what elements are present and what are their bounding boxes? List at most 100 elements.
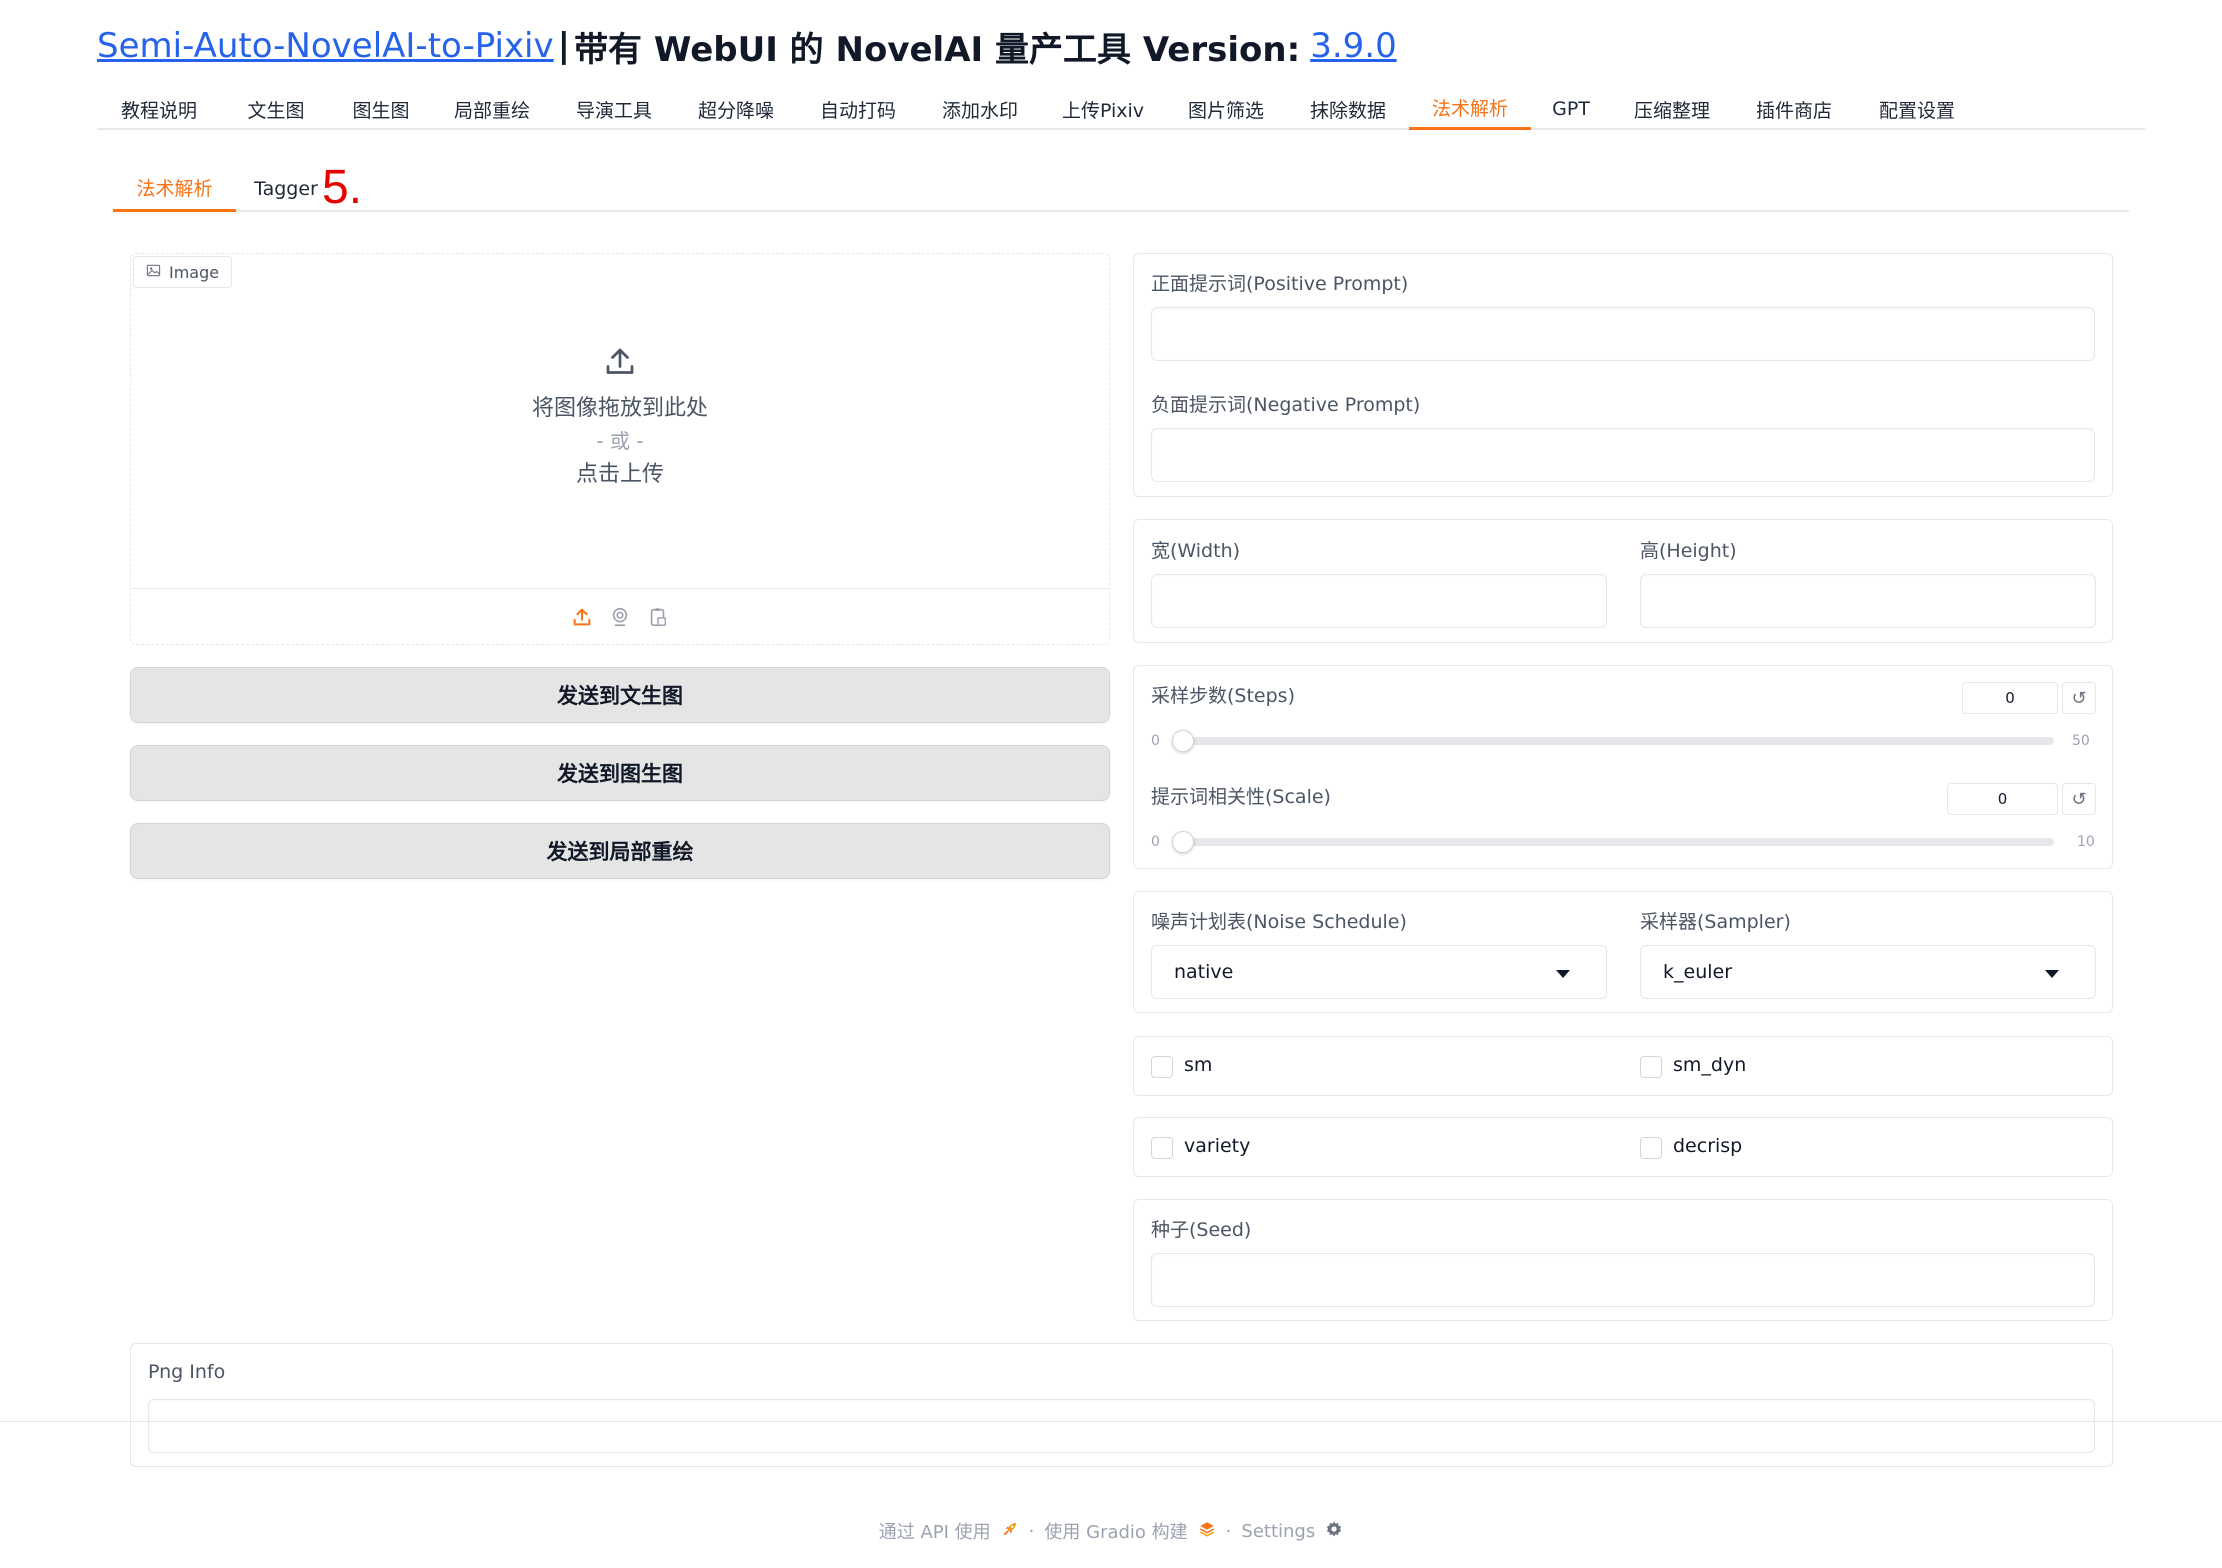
send-to-inpaint-button[interactable]: 发送到局部重绘: [130, 823, 1110, 879]
footer-dot-2: ·: [1225, 1520, 1232, 1542]
subtab-tagger[interactable]: Tagger: [236, 166, 336, 212]
seed-label: 种子(Seed): [1151, 1219, 1252, 1241]
steps-max: 50: [2072, 733, 2090, 749]
sampler-panel: 噪声计划表(Noise Schedule) native 采样器(Sampler…: [1133, 891, 2113, 1013]
positive-prompt-label: 正面提示词(Positive Prompt): [1151, 273, 1409, 295]
noise-schedule-select[interactable]: native: [1151, 945, 1607, 999]
or-text: - 或 -: [596, 429, 644, 453]
prompts-panel: 正面提示词(Positive Prompt) 负面提示词(Negative Pr…: [1133, 253, 2113, 497]
tab-erase-data[interactable]: 抹除数据: [1287, 88, 1409, 130]
main-tab-bar: 教程说明 文生图 图生图 局部重绘 导演工具 超分降噪 自动打码 添加水印 上传…: [97, 88, 2145, 130]
variety-checkbox[interactable]: [1151, 1137, 1173, 1159]
height-label: 高(Height): [1640, 540, 1737, 562]
subtab-spell-parse[interactable]: 法术解析: [113, 166, 236, 212]
size-panel: 宽(Width) 高(Height): [1133, 519, 2113, 643]
api-link[interactable]: 通过 API 使用: [879, 1518, 991, 1544]
decrisp-label: decrisp: [1673, 1135, 1743, 1157]
scale-min: 0: [1151, 834, 1160, 850]
footer-dot-1: ·: [1028, 1520, 1035, 1542]
sm-dyn-label: sm_dyn: [1673, 1054, 1747, 1076]
chevron-down-icon: [1556, 970, 1570, 978]
scale-slider-track[interactable]: [1182, 838, 2054, 846]
png-info-label: Png Info: [148, 1361, 226, 1383]
steps-slider-thumb[interactable]: [1172, 730, 1194, 752]
png-info-textbox[interactable]: [148, 1399, 2095, 1453]
tab-upscale[interactable]: 超分降噪: [675, 88, 797, 130]
sliders-panel: 采样步数(Steps) 0 ↺ 0 50 提示词相关性(Scale) 0 ↺ 0…: [1133, 665, 2113, 869]
upload-drop-area[interactable]: 将图像拖放到此处 - 或 - 点击上传: [131, 344, 1109, 491]
tab-upload-pixiv[interactable]: 上传Pixiv: [1041, 88, 1165, 130]
drop-text: 将图像拖放到此处: [531, 396, 708, 421]
image-label-text: Image: [169, 262, 220, 282]
tab-txt2img[interactable]: 文生图: [221, 88, 331, 130]
sampler-label: 采样器(Sampler): [1640, 911, 1791, 933]
image-source-toolbar: [131, 588, 1109, 644]
sampler-select[interactable]: k_euler: [1640, 945, 2096, 999]
gradio-logo-icon: [1198, 1520, 1216, 1543]
decrisp-checkbox[interactable]: [1640, 1137, 1662, 1159]
annotation-5: 5.: [322, 161, 363, 214]
steps-reset-icon[interactable]: ↺: [2062, 682, 2096, 714]
tab-inpaint[interactable]: 局部重绘: [431, 88, 553, 130]
upload-source-icon[interactable]: [571, 606, 593, 628]
negative-prompt-input[interactable]: [1151, 428, 2095, 482]
click-upload-text: 点击上传: [575, 462, 664, 487]
sampler-value: k_euler: [1663, 961, 1733, 983]
scale-number-input[interactable]: 0: [1947, 783, 2058, 815]
tab-compress[interactable]: 压缩整理: [1611, 88, 1733, 130]
gradio-link[interactable]: 使用 Gradio 构建: [1044, 1518, 1187, 1544]
sm-dyn-checkbox[interactable]: [1640, 1056, 1662, 1078]
positive-prompt-input[interactable]: [1151, 307, 2095, 361]
steps-number-input[interactable]: 0: [1962, 682, 2058, 714]
sm-checkbox[interactable]: [1151, 1056, 1173, 1078]
width-label: 宽(Width): [1151, 540, 1241, 562]
send-to-img2img-button[interactable]: 发送到图生图: [130, 745, 1110, 801]
settings-link[interactable]: Settings: [1241, 1521, 1315, 1542]
tab-gpt[interactable]: GPT: [1531, 88, 1611, 130]
image-label: Image: [133, 256, 233, 288]
png-info-panel: Png Info: [130, 1343, 2113, 1467]
negative-prompt-label: 负面提示词(Negative Prompt): [1151, 394, 1421, 416]
upload-arrow-icon: [602, 344, 638, 384]
tab-img2img[interactable]: 图生图: [331, 88, 431, 130]
seed-input[interactable]: [1151, 1253, 2095, 1307]
version-link[interactable]: 3.9.0: [1310, 26, 1397, 66]
scale-reset-icon[interactable]: ↺: [2062, 783, 2096, 815]
footer: 通过 API 使用 · 使用 Gradio 构建 · Settings: [0, 1518, 2222, 1544]
title-separator: |: [557, 26, 571, 66]
image-upload-panel[interactable]: Image 将图像拖放到此处 - 或 - 点击上传: [130, 253, 1110, 645]
scale-label: 提示词相关性(Scale): [1151, 786, 1331, 808]
footer-divider: [0, 1421, 2222, 1422]
tab-watermark[interactable]: 添加水印: [919, 88, 1041, 130]
repo-link[interactable]: Semi-Auto-NovelAI-to-Pixiv: [97, 26, 554, 66]
page-title: Semi-Auto-NovelAI-to-Pixiv | 带有 WebUI 的 …: [97, 22, 1397, 70]
send-to-txt2img-button[interactable]: 发送到文生图: [130, 667, 1110, 723]
tab-config[interactable]: 配置设置: [1855, 88, 1979, 130]
steps-slider-track[interactable]: [1182, 737, 2054, 745]
tab-director[interactable]: 导演工具: [553, 88, 675, 130]
variety-label: variety: [1184, 1135, 1251, 1157]
rocket-icon: [1001, 1520, 1019, 1543]
steps-min: 0: [1151, 733, 1160, 749]
tab-image-filter[interactable]: 图片筛选: [1165, 88, 1287, 130]
tab-spell-parse[interactable]: 法术解析: [1409, 88, 1531, 130]
width-input[interactable]: [1151, 574, 1607, 628]
sm-label: sm: [1184, 1054, 1213, 1076]
tab-tutorial[interactable]: 教程说明: [97, 88, 221, 130]
height-input[interactable]: [1640, 574, 2096, 628]
steps-label: 采样步数(Steps): [1151, 685, 1295, 707]
clipboard-icon[interactable]: [647, 606, 669, 628]
checkbox-row-2: variety decrisp: [1133, 1117, 2113, 1177]
checkbox-row-1: sm sm_dyn: [1133, 1036, 2113, 1096]
noise-schedule-label: 噪声计划表(Noise Schedule): [1151, 911, 1407, 933]
tab-plugin-store[interactable]: 插件商店: [1733, 88, 1855, 130]
sub-tab-bar: 法术解析 Tagger: [113, 166, 2129, 212]
gear-icon[interactable]: [1325, 1520, 1343, 1543]
chevron-down-icon: [2045, 970, 2059, 978]
webcam-icon[interactable]: [609, 606, 631, 628]
tab-mosaic[interactable]: 自动打码: [797, 88, 919, 130]
noise-schedule-value: native: [1174, 961, 1234, 983]
scale-max: 10: [2077, 834, 2095, 850]
image-icon: [146, 263, 161, 282]
scale-slider-thumb[interactable]: [1172, 831, 1194, 853]
